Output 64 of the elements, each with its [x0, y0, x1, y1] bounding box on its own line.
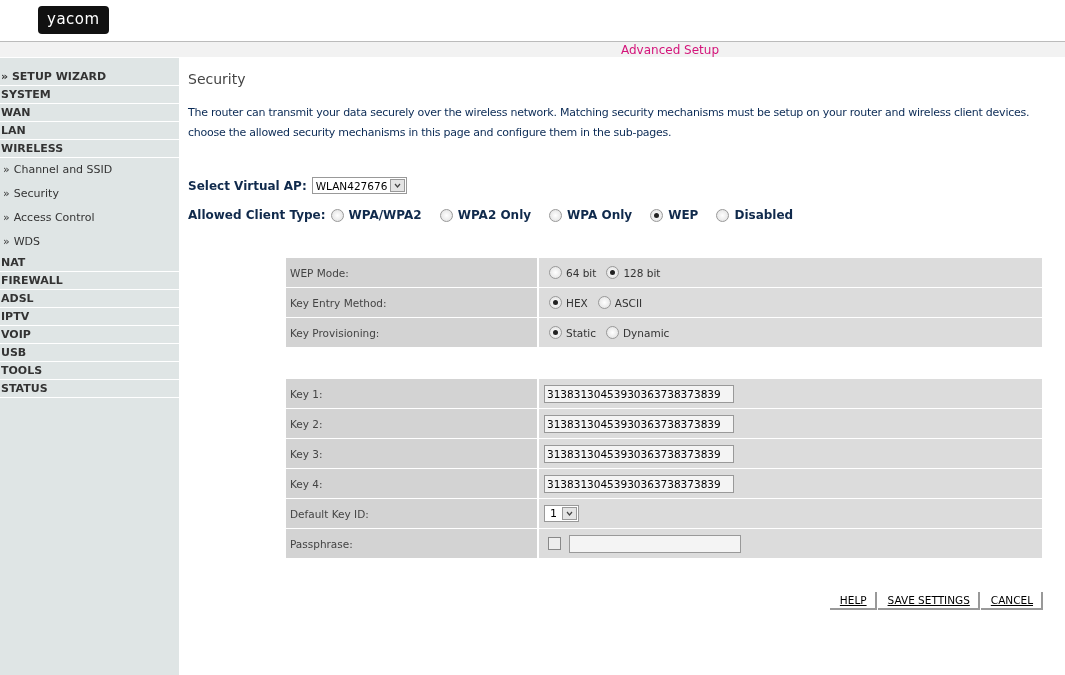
key-input[interactable]: 31383130453930363738373839: [544, 474, 734, 493]
menu-item[interactable]: ADSL: [0, 290, 179, 308]
radio-button[interactable]: [549, 208, 563, 222]
radio-label: 128 bit: [623, 266, 661, 279]
menu-item[interactable]: WIRELESS: [0, 140, 179, 158]
menu-item[interactable]: NAT: [0, 254, 179, 272]
key-input[interactable]: 31383130453930363738373839: [544, 384, 734, 403]
menu-item[interactable]: IPTV: [0, 308, 179, 326]
radio-button[interactable]: [716, 208, 730, 222]
key-input[interactable]: 31383130453930363738373839: [544, 414, 734, 433]
radio-button[interactable]: [549, 266, 562, 279]
menu-item[interactable]: SYSTEM: [0, 86, 179, 104]
submenu-label[interactable]: WDS: [13, 235, 41, 248]
page-title: Advanced Setup: [621, 42, 719, 57]
radio-button[interactable]: [439, 208, 453, 222]
submenu-label[interactable]: Security: [13, 187, 59, 200]
menu-item[interactable]: VOIP: [0, 326, 179, 344]
action-button[interactable]: SAVE SETTINGS: [877, 592, 980, 610]
action-button[interactable]: CANCEL: [980, 592, 1043, 610]
radio-label: Disabled: [734, 208, 794, 222]
passphrase-input[interactable]: [569, 534, 741, 553]
submenu-item[interactable]: » Channel and SSID: [0, 158, 179, 182]
radio-button[interactable]: [597, 296, 611, 309]
key-id-dropdown[interactable]: 1: [544, 505, 579, 522]
radio-label: HEX: [566, 296, 588, 309]
submenu-item[interactable]: » WDS: [0, 230, 179, 254]
field-label: Select Virtual AP:: [188, 178, 307, 193]
chevron-icon: »: [3, 235, 10, 248]
submenu-item[interactable]: » Access Control: [0, 206, 179, 230]
radio-label: WPA/WPA2: [348, 208, 422, 222]
chevron-icon: »: [3, 187, 10, 200]
radio-label: WPA2 Only: [457, 208, 532, 222]
radio-button[interactable]: [330, 208, 344, 222]
radio-label: Dynamic: [623, 326, 670, 339]
virtual-ap-dropdown[interactable]: WLAN427676: [311, 177, 408, 194]
radio-button[interactable]: [606, 266, 620, 279]
submenu-label[interactable]: Channel and SSID: [13, 163, 113, 176]
radio-button[interactable]: [549, 296, 562, 309]
radio-label: WEP: [668, 208, 699, 222]
radio-label: ASCII: [614, 296, 643, 309]
menu-item[interactable]: » SETUP WIZARD: [0, 68, 179, 86]
radio-button[interactable]: [650, 208, 664, 222]
description-text: The router can transmit your data securely over the wireless network. Matching security mechanisms must be setup on your router and wireless client devices. choose the allowed security mechanisms in this page and configure them in the sub-pages.: [188, 105, 1031, 141]
menu-item[interactable]: LAN: [0, 122, 179, 140]
menu-item[interactable]: FIREWALL: [0, 272, 179, 290]
field-label: Allowed Client Type:: [188, 208, 326, 222]
radio-label: Static: [566, 326, 597, 339]
key-input[interactable]: 31383130453930363738373839: [544, 444, 734, 463]
submenu-item[interactable]: » Security: [0, 182, 179, 206]
radio-button[interactable]: [549, 326, 562, 339]
section-title: Security: [188, 71, 247, 87]
action-button[interactable]: HELP: [829, 592, 877, 610]
chevron-icon: »: [3, 211, 10, 224]
radio-label: 64 bit: [566, 266, 597, 279]
chevron-icon: »: [3, 163, 10, 176]
logo: yacom: [38, 6, 109, 34]
radio-label: WPA Only: [567, 208, 633, 222]
checkbox[interactable]: [548, 537, 561, 550]
menu-item[interactable]: WAN: [0, 104, 179, 122]
menu-item[interactable]: TOOLS: [0, 362, 179, 380]
radio-button[interactable]: [606, 326, 620, 339]
menu-item[interactable]: USB: [0, 344, 179, 362]
submenu-label[interactable]: Access Control: [13, 211, 95, 224]
menu-item[interactable]: STATUS: [0, 380, 179, 398]
